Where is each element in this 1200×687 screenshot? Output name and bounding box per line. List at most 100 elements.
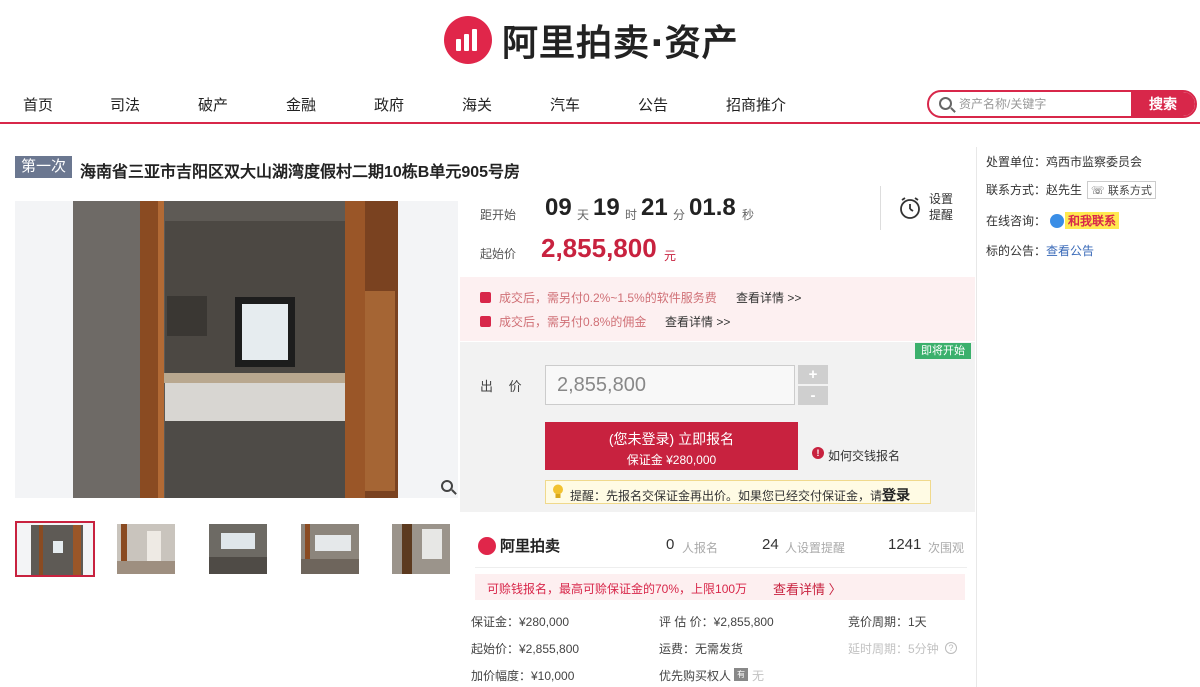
thumbnail-strip xyxy=(15,521,462,577)
online-consult-row: 在线咨询： 和我联系 xyxy=(986,212,1120,229)
reminder-count-label: 人设置提醒 xyxy=(785,541,846,555)
nav-item-bankruptcy[interactable]: 破产 xyxy=(198,94,228,115)
small-brand-logo: 阿里拍卖 xyxy=(478,535,560,556)
fee-text-1: 成交后，需另付0.2%~1.5%的软件服务费 xyxy=(499,291,717,305)
nav-item-customs[interactable]: 海关 xyxy=(462,94,492,115)
set-reminder-link[interactable]: 设置提醒 xyxy=(929,191,959,223)
spec-priority: 优先购买权人 xyxy=(659,669,732,683)
main-photo[interactable] xyxy=(15,201,458,498)
signup-button[interactable]: (您未登录) 立即报名 保证金 ¥280,000 xyxy=(545,422,798,470)
contact-row: 联系方式：赵先生 ☏ 联系方式 xyxy=(986,181,1156,199)
spec-appraisal: 评 估 价：¥2,855,800 xyxy=(659,615,774,629)
help-icon[interactable]: ? xyxy=(945,642,957,654)
spec-period: 竞价周期：1天 xyxy=(848,615,927,629)
auction-logo-icon xyxy=(444,16,492,64)
start-price-label: 起始价 xyxy=(480,247,517,261)
spec-start-price: 起始价：¥2,855,800 xyxy=(471,642,580,656)
nav-item-finance[interactable]: 金融 xyxy=(286,94,316,115)
fee-bag-icon xyxy=(480,316,491,327)
chat-icon xyxy=(1050,214,1065,228)
contact-name: 赵先生 xyxy=(1046,183,1083,197)
countdown-minutes-unit: 分 xyxy=(673,208,686,222)
contact-method-button[interactable]: ☏ 联系方式 xyxy=(1087,181,1156,199)
start-price-unit: 元 xyxy=(664,249,677,263)
how-to-pay-link[interactable]: 如何交钱报名 xyxy=(828,447,900,464)
fee-bag-icon xyxy=(480,292,491,303)
spec-increment: 加价幅度：¥10,000 xyxy=(471,669,575,683)
status-badge: 即将开始 xyxy=(915,343,971,359)
search-box: 搜索 xyxy=(927,90,1197,118)
logo-text: 阿里拍卖·资产 xyxy=(502,23,739,64)
nav-item-home[interactable]: 首页 xyxy=(23,94,53,115)
bid-label: 出 价 xyxy=(480,379,528,394)
alarm-clock-icon[interactable] xyxy=(898,196,922,220)
countdown-minutes: 21 xyxy=(641,194,668,221)
phone-icon: ☏ xyxy=(1091,185,1108,197)
thumbnail-5[interactable] xyxy=(382,521,462,577)
zoom-icon[interactable] xyxy=(441,480,453,492)
tip-text: 提醒：先报名交保证金再出价。如果您已经交付保证金，请登录 xyxy=(570,485,910,505)
nav-item-government[interactable]: 政府 xyxy=(374,94,404,115)
seller-org-row: 处置单位：鸡西市监察委员会 xyxy=(986,153,1142,170)
countdown-days-unit: 天 xyxy=(577,208,590,222)
online-consult-label: 在线咨询： xyxy=(986,214,1047,228)
view-count-label: 次围观 xyxy=(928,541,965,555)
stats-divider xyxy=(475,567,967,568)
nav-item-investment[interactable]: 招商推介 xyxy=(726,94,786,115)
countdown-hours: 19 xyxy=(593,194,620,221)
contact-label: 联系方式： xyxy=(986,183,1047,197)
signup-count: 0 xyxy=(666,536,675,553)
spec-deposit: 保证金：¥280,000 xyxy=(471,615,570,629)
fee-line-2: 成交后，需另付0.8%的佣金 xyxy=(480,313,646,330)
fee-detail-link-1[interactable]: 查看详情 >> xyxy=(736,289,801,306)
round-badge: 第一次 xyxy=(15,156,73,178)
thumbnail-1[interactable] xyxy=(15,521,95,577)
small-logo-icon xyxy=(478,536,496,555)
bid-amount-input[interactable] xyxy=(545,365,795,405)
signup-count-label: 人报名 xyxy=(682,541,719,555)
nav-item-notice[interactable]: 公告 xyxy=(638,94,668,115)
bid-increase-button[interactable]: + xyxy=(798,365,828,384)
view-notice-link[interactable]: 查看公告 xyxy=(1046,244,1094,258)
seller-org-label: 处置单位： xyxy=(986,155,1047,169)
search-button[interactable]: 搜索 xyxy=(1131,92,1195,116)
fee-detail-link-2[interactable]: 查看详情 >> xyxy=(665,313,730,330)
countdown-days: 09 xyxy=(545,194,572,221)
item-title: 海南省三亚市吉阳区双大山湖湾度假村二期10栋B单元905号房 xyxy=(80,164,521,181)
tip-message: 提醒：先报名交保证金再出价。如果您已经交付保证金，请 xyxy=(570,489,883,503)
loan-detail-link[interactable]: 查看详情 〉 xyxy=(773,579,842,598)
signup-deposit-label: 保证金 ¥280,000 xyxy=(626,453,717,467)
seller-org: 鸡西市监察委员会 xyxy=(1046,155,1143,169)
loan-box: 可赊钱报名，最高可赊保证金的70%，上限100万 查看详情 〉 xyxy=(475,574,965,600)
priority-badge: 有 xyxy=(734,668,748,681)
fee-text-2: 成交后，需另付0.8%的佣金 xyxy=(499,315,647,329)
thumbnail-3[interactable] xyxy=(199,521,279,577)
spec-priority-value: 无 xyxy=(752,669,765,683)
spec-shipping: 运费：无需发货 xyxy=(659,642,744,656)
nav-item-judicial[interactable]: 司法 xyxy=(110,94,140,115)
notice-label: 标的公告： xyxy=(986,244,1047,258)
countdown-hours-unit: 时 xyxy=(625,208,638,222)
spec-delay: 延时周期：5分钟 xyxy=(848,642,939,656)
start-price-value: 2,855,800 xyxy=(541,233,657,263)
login-tip-box: 提醒：先报名交保证金再出价。如果您已经交付保证金，请登录 xyxy=(545,480,931,504)
fee-notice-box: 成交后，需另付0.2%~1.5%的软件服务费 查看详情 >> 成交后，需另付0.… xyxy=(460,277,975,341)
signup-main-label: (您未登录) 立即报名 xyxy=(608,431,735,447)
search-icon xyxy=(939,97,952,110)
tip-login-link[interactable]: 登录 xyxy=(882,487,910,503)
chat-button[interactable]: 和我联系 xyxy=(1065,212,1120,229)
brand-logo[interactable]: 阿里拍卖·资产 xyxy=(444,14,739,66)
search-input[interactable] xyxy=(959,94,1129,114)
thumbnail-2[interactable] xyxy=(107,521,187,577)
lightbulb-icon xyxy=(552,484,564,499)
info-icon: ! xyxy=(812,447,824,459)
thumbnail-4[interactable] xyxy=(291,521,371,577)
view-count: 1241 xyxy=(888,536,922,553)
reminder-count: 24 xyxy=(762,536,779,553)
bid-decrease-button[interactable]: - xyxy=(798,386,828,405)
nav-item-auto[interactable]: 汽车 xyxy=(550,94,580,115)
remind-divider xyxy=(880,186,881,230)
contact-method-label: 联系方式 xyxy=(1107,185,1152,197)
countdown-seconds: 01.8 xyxy=(689,194,736,221)
small-logo-text: 阿里拍卖 xyxy=(500,538,561,555)
